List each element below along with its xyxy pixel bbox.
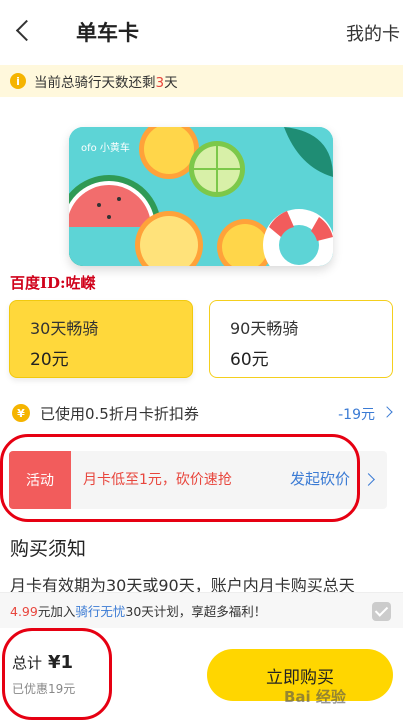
watermark-text: 百度ID:咗嵥: [10, 274, 96, 292]
plan-option-30-days[interactable]: 30天畅骑 20元: [9, 300, 193, 378]
bike-card-image: ofo 小黄车: [69, 127, 333, 266]
coupon-text: 已使用0.5折月卡折扣券: [40, 405, 199, 423]
yen-coupon-icon: ¥: [12, 404, 30, 422]
notice-days: 3: [155, 75, 165, 91]
plan-name: 30天畅骑: [30, 319, 99, 338]
chevron-right-icon: [381, 406, 393, 418]
my-cards-link[interactable]: 我的卡: [346, 20, 400, 46]
purchase-notes-body: 月卡有效期为30天或90天，账户内月卡购买总天: [10, 576, 355, 594]
promo-mid: 元加入: [37, 604, 76, 619]
chevron-right-icon: [362, 473, 375, 486]
insurance-promo-bar: 4.99元加入骑行无忧30天计划，享超多福利！: [0, 592, 403, 628]
red-annotation-circle: [2, 628, 112, 720]
promo-plan-link[interactable]: 骑行无忧: [75, 604, 125, 619]
plan-option-90-days[interactable]: 90天畅骑 60元: [209, 300, 393, 378]
plan-price: 60元: [230, 350, 269, 370]
card-logo: ofo 小黄车: [81, 143, 130, 154]
purchase-notes-heading: 购买须知: [10, 538, 87, 560]
nav-bar: 单车卡 我的卡: [0, 0, 403, 62]
promo-checkbox[interactable]: [372, 602, 391, 621]
notice-prefix: 当前总骑行天数还剩: [34, 75, 156, 91]
back-chevron-icon[interactable]: [10, 16, 38, 46]
coupon-row[interactable]: ¥ 已使用0.5折月卡折扣券 -19元: [0, 402, 403, 426]
coupon-value: -19元: [338, 407, 375, 423]
promo-tail: 30天计划，享超多福利！: [125, 604, 267, 619]
info-icon: i: [10, 73, 26, 89]
plan-name: 90天畅骑: [230, 319, 299, 338]
notice-suffix: 天: [164, 75, 178, 91]
baidu-watermark: Bai 经验: [284, 688, 346, 706]
promo-price: 4.99: [10, 604, 38, 619]
red-annotation-circle: [0, 434, 360, 522]
page-title: 单车卡: [76, 21, 139, 45]
remaining-days-notice: i 当前总骑行天数还剩3天: [0, 65, 403, 97]
plan-price: 20元: [30, 350, 69, 370]
